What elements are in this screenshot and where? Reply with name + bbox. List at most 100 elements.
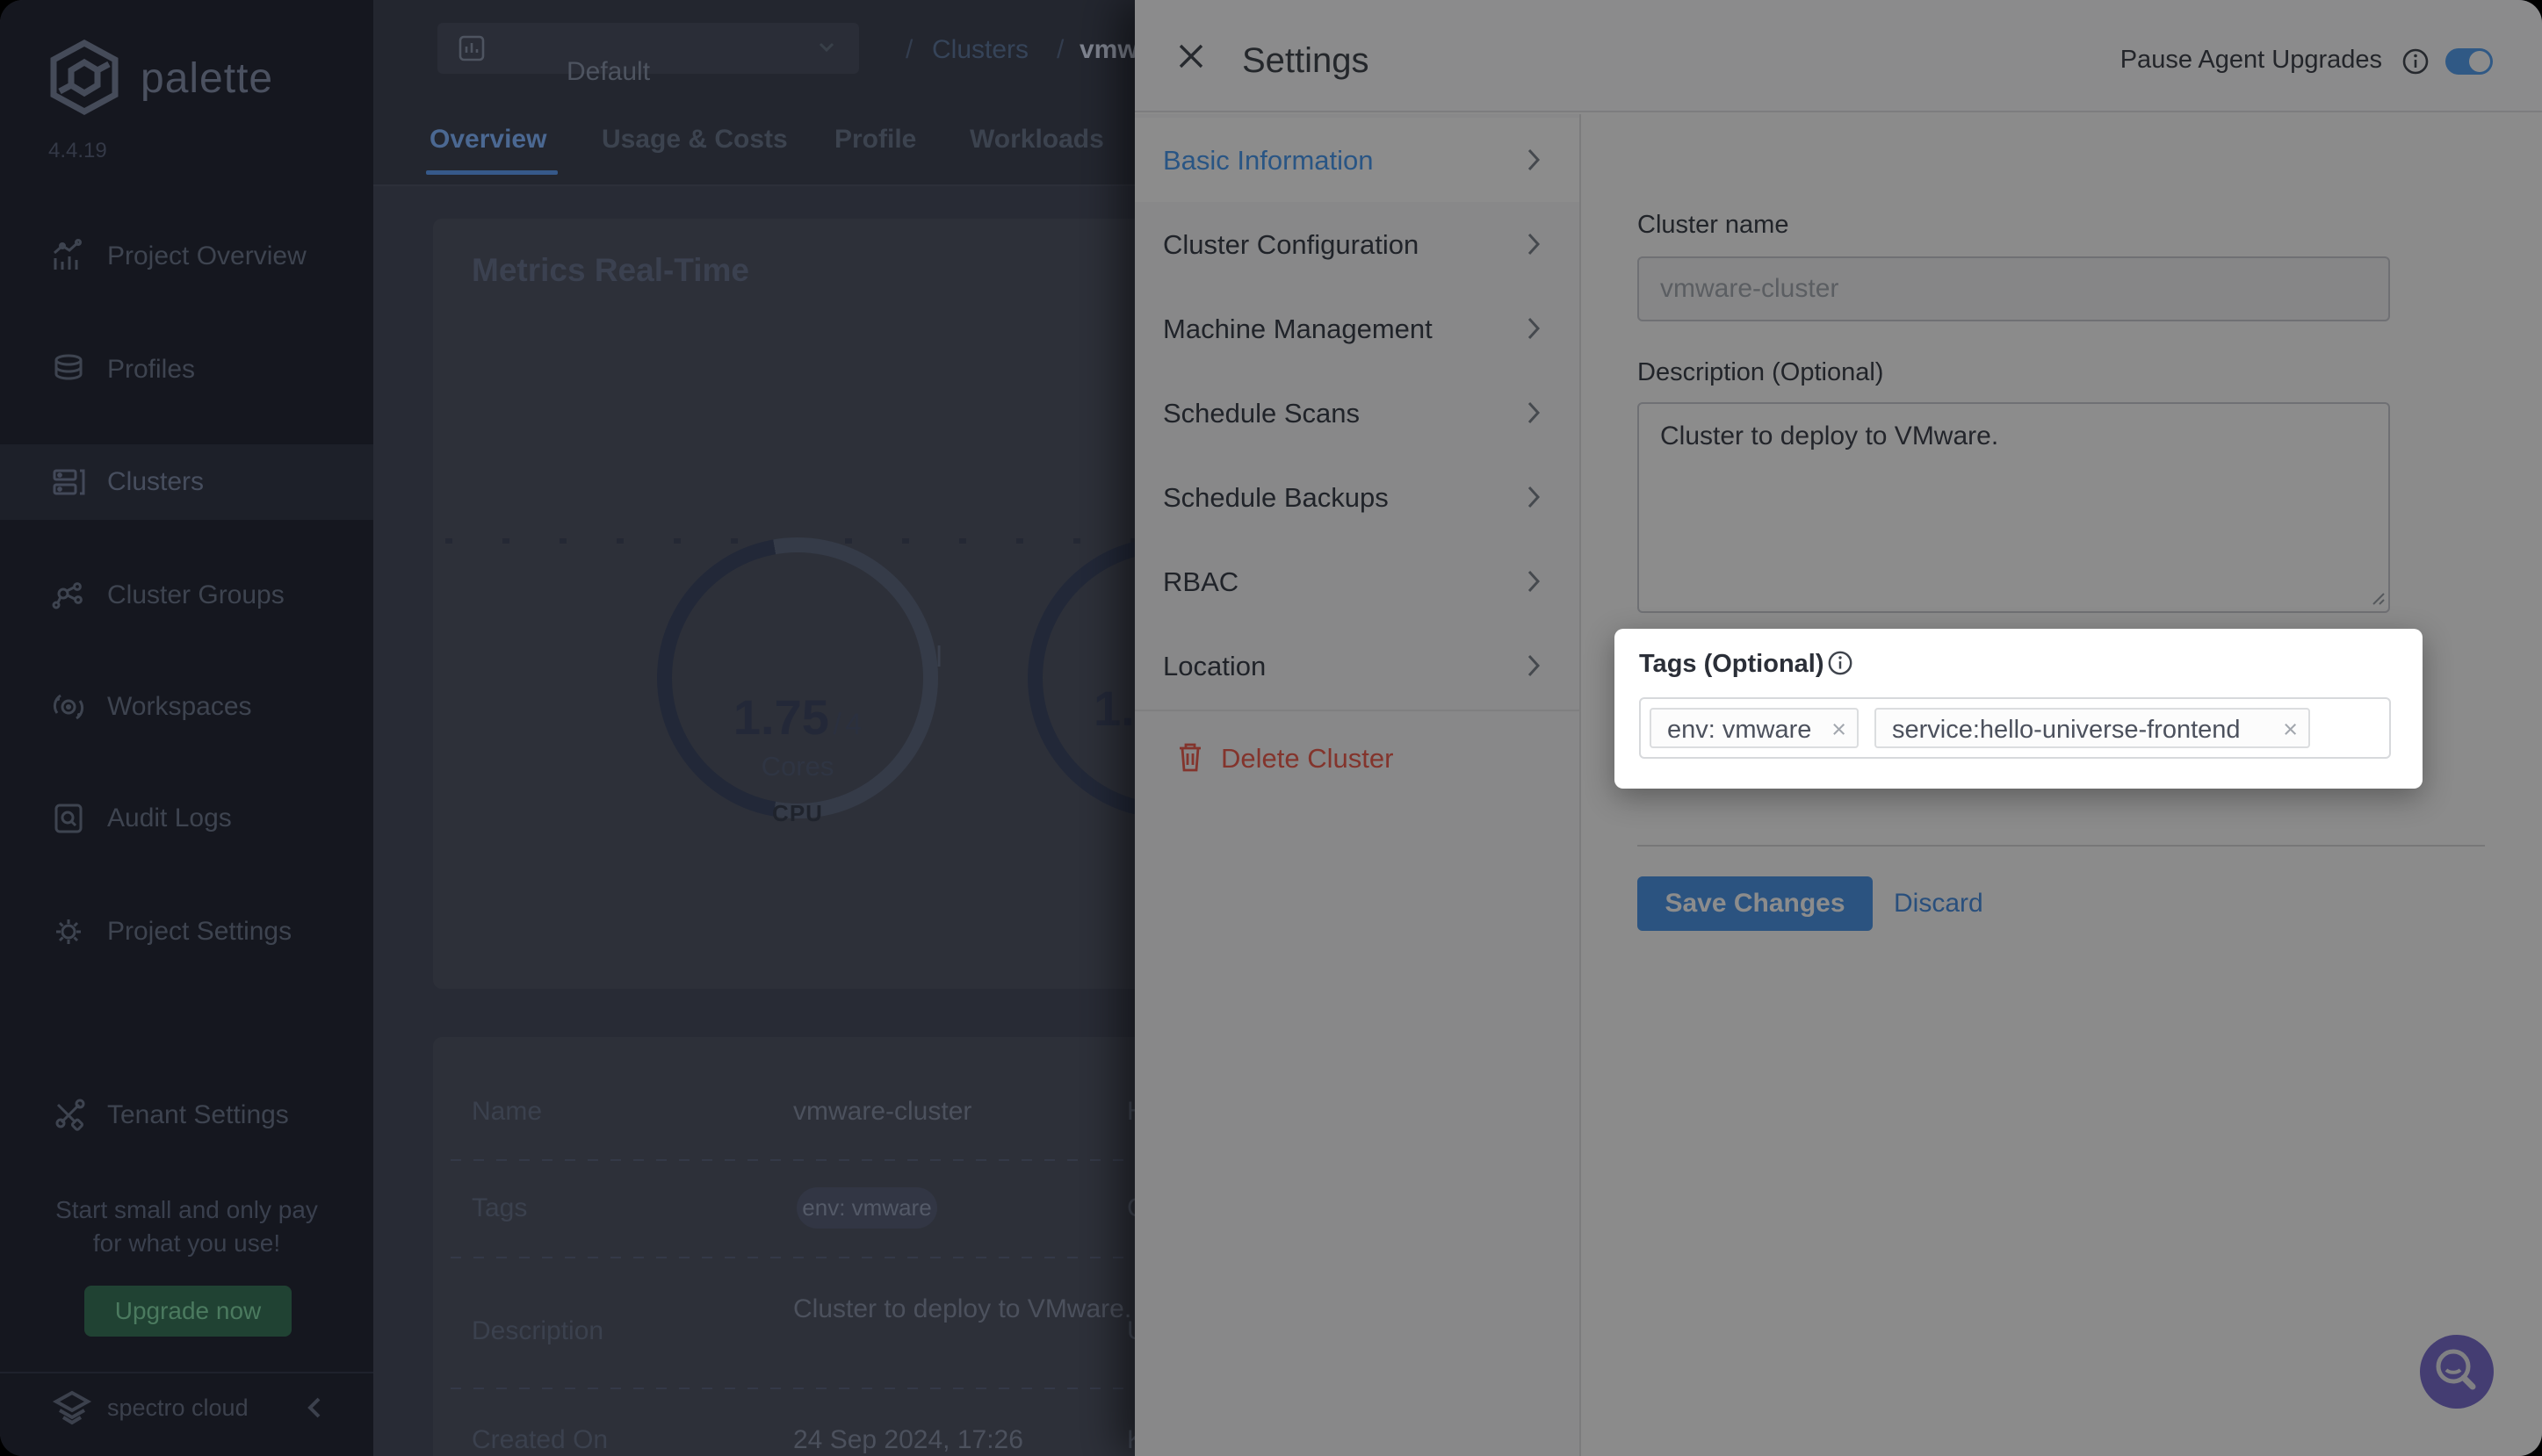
discard-button[interactable]: Discard [1894,889,1983,919]
toggle-knob [2469,51,2490,72]
tools-icon [51,1098,86,1133]
breadcrumb-separator: / [906,35,913,65]
settings-panel-title: Settings [1242,41,1369,81]
project-selector-value: Default [567,57,650,87]
sidebar-item-workspaces[interactable]: Workspaces [0,669,373,745]
metrics-card: Metrics Real-Time Request / Total 1.75 /… [433,219,1241,989]
dashboard-icon [457,33,487,63]
info-row-name-label: Name [472,1097,542,1127]
cluster-info-card: Name vmware-cluster H Tags env: vmware C… [433,1037,1241,1456]
orbit-icon [51,689,86,724]
trash-icon [1177,741,1203,773]
chevron-right-icon [1527,485,1541,509]
sidebar-item-clusters[interactable]: Clusters [0,444,373,520]
network-icon [51,578,86,613]
info-row-description-value: Cluster to deploy to VMware. [793,1290,1180,1329]
menu-item-schedule-scans[interactable]: Schedule Scans [1135,371,1579,455]
log-search-icon [51,801,86,836]
tags-spotlight: Tags (Optional) env: vmware × service:he… [1614,629,2423,789]
cpu-gauge-label: CPU [657,800,938,827]
sidebar-item-audit-logs[interactable]: Audit Logs [0,781,373,856]
tab-overview[interactable]: Overview [430,125,546,155]
promo-text-line1: Start small and only pay [0,1196,373,1224]
chevron-down-icon [817,40,836,54]
form-divider [1637,845,2485,847]
info-row-description-label: Description [472,1316,603,1346]
remove-tag-icon[interactable]: × [2283,716,2298,745]
sidebar-item-cluster-groups[interactable]: Cluster Groups [0,558,373,633]
cluster-name-label: Cluster name [1637,211,1788,240]
upgrade-now-button[interactable]: Upgrade now [84,1286,292,1337]
cpu-total-separator: / [833,708,841,741]
app-version: 4.4.19 [48,139,107,163]
app-root: palette 4.4.19 Project Overview Profiles [0,0,2542,1456]
tags-input[interactable]: env: vmware × service:hello-universe-fro… [1639,697,2391,759]
tag-chip-env-vmware: env: vmware × [1650,708,1859,748]
sidebar-item-profiles[interactable]: Profiles [0,332,373,407]
cluster-name-input [1637,256,2390,321]
remove-tag-icon[interactable]: × [1831,716,1846,745]
info-icon[interactable] [2401,47,2430,76]
metrics-title: Metrics Real-Time [472,252,749,289]
tab-workloads[interactable]: Workloads [970,125,1104,155]
tag-chip-service-hello-universe-frontend: service:hello-universe-frontend × [1874,708,2310,748]
chevron-right-icon [1527,148,1541,172]
chevron-right-icon [1527,400,1541,425]
row-divider [451,1388,1224,1389]
help-search-fab[interactable] [2420,1335,2494,1409]
tag-chip: env: vmware [797,1187,937,1229]
pause-agent-upgrades-label: Pause Agent Upgrades [2120,46,2382,75]
description-textarea[interactable]: Cluster to deploy to VMware. [1637,402,2390,613]
sidebar-collapse-chevron-icon[interactable] [303,1395,326,1421]
cpu-used-value: 1.75 [733,689,829,745]
chevron-right-icon [1527,316,1541,341]
gear-icon [51,914,86,949]
tab-profile[interactable]: Profile [834,125,916,155]
resize-handle-icon[interactable] [2370,590,2386,606]
info-row-created-value: 24 Sep 2024, 17:26 [793,1425,1023,1455]
brand-name: palette [141,54,273,103]
menu-item-schedule-backups[interactable]: Schedule Backups [1135,455,1579,539]
cpu-unit: Cores [657,751,938,782]
menu-item-basic-information[interactable]: Basic Information [1135,118,1579,202]
delete-cluster-button[interactable]: Delete Cluster [1135,720,1579,801]
breadcrumb-clusters-link[interactable]: Clusters [932,35,1029,65]
menu-item-cluster-configuration[interactable]: Cluster Configuration [1135,202,1579,286]
cpu-total-value: 4 [845,708,862,741]
info-icon[interactable] [1827,650,1853,676]
spectro-cloud-logo-icon [51,1388,93,1428]
menu-divider [1135,710,1579,711]
chevron-right-icon [1527,653,1541,678]
description-label: Description (Optional) [1637,358,1883,387]
menu-item-rbac[interactable]: RBAC [1135,539,1579,623]
promo-text-line2: for what you use! [0,1229,373,1258]
pause-agent-upgrades-toggle[interactable] [2445,48,2493,75]
chevron-right-icon [1527,569,1541,594]
sidebar: palette 4.4.19 Project Overview Profiles [0,0,373,1456]
close-icon[interactable] [1172,37,1210,76]
row-divider [451,1159,1224,1161]
tab-usage-costs[interactable]: Usage & Costs [602,125,788,155]
sidebar-item-tenant-settings[interactable]: Tenant Settings [0,1078,373,1153]
menu-item-location[interactable]: Location [1135,623,1579,708]
palette-logo-icon [46,39,123,116]
info-row-tags-label: Tags [472,1193,527,1223]
info-row-created-label: Created On [472,1425,608,1455]
active-tab-underline [426,170,558,175]
info-row-name-value: vmware-cluster [793,1097,971,1127]
save-changes-button[interactable]: Save Changes [1637,876,1873,931]
sidebar-item-project-settings[interactable]: Project Settings [0,894,373,969]
footer-brand: spectro cloud [107,1395,249,1422]
menu-item-machine-management[interactable]: Machine Management [1135,286,1579,371]
tags-label: Tags (Optional) [1639,650,1824,679]
chart-icon [51,239,86,274]
sidebar-item-project-overview[interactable]: Project Overview [0,219,373,294]
sidebar-footer-divider [0,1372,373,1373]
servers-icon [51,465,86,500]
breadcrumb-separator-2: / [1057,35,1064,65]
project-selector-dropdown[interactable]: Default [437,23,859,74]
settings-menu: Basic Information Cluster Configuration … [1135,114,1581,1456]
chevron-right-icon [1527,232,1541,256]
row-divider [451,1257,1224,1258]
layers-icon [51,352,86,387]
